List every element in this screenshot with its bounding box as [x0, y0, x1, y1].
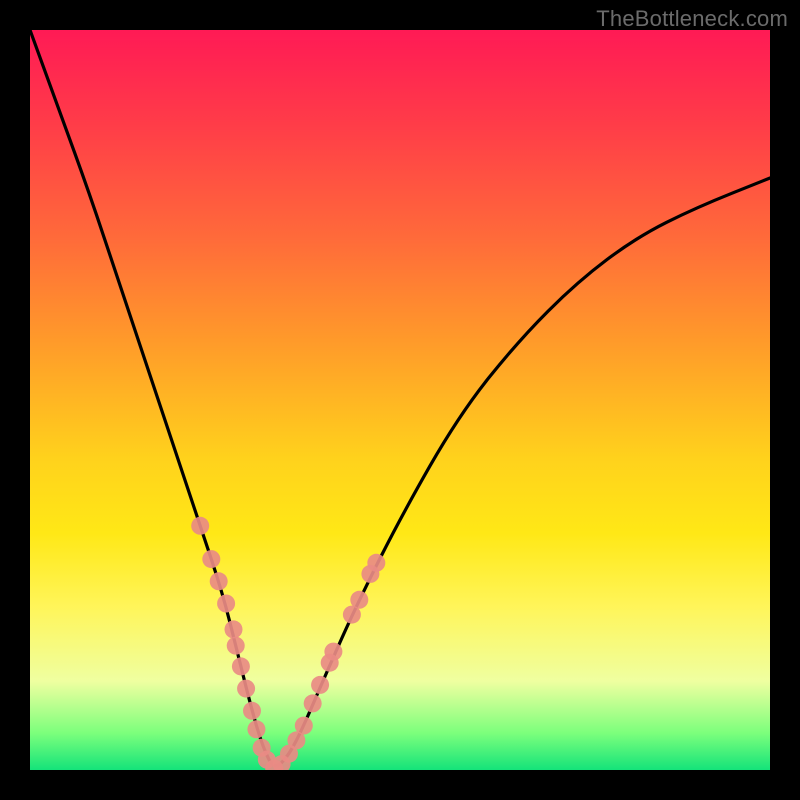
highlight-point: [217, 595, 235, 613]
chart-frame: TheBottleneck.com: [0, 0, 800, 800]
highlight-point: [191, 517, 209, 535]
plot-area: [30, 30, 770, 770]
chart-svg: [30, 30, 770, 770]
watermark-text: TheBottleneck.com: [596, 6, 788, 32]
highlight-point: [210, 572, 228, 590]
highlight-point: [227, 637, 245, 655]
highlight-point: [243, 702, 261, 720]
highlight-point: [367, 554, 385, 572]
bottleneck-curve: [30, 30, 770, 766]
highlight-point: [304, 694, 322, 712]
highlight-point: [324, 643, 342, 661]
highlight-point: [247, 720, 265, 738]
highlight-point: [225, 620, 243, 638]
highlight-point: [202, 550, 220, 568]
highlight-point: [295, 717, 313, 735]
highlight-point: [311, 676, 329, 694]
highlight-point: [350, 591, 368, 609]
highlight-point: [237, 680, 255, 698]
highlight-point: [232, 657, 250, 675]
